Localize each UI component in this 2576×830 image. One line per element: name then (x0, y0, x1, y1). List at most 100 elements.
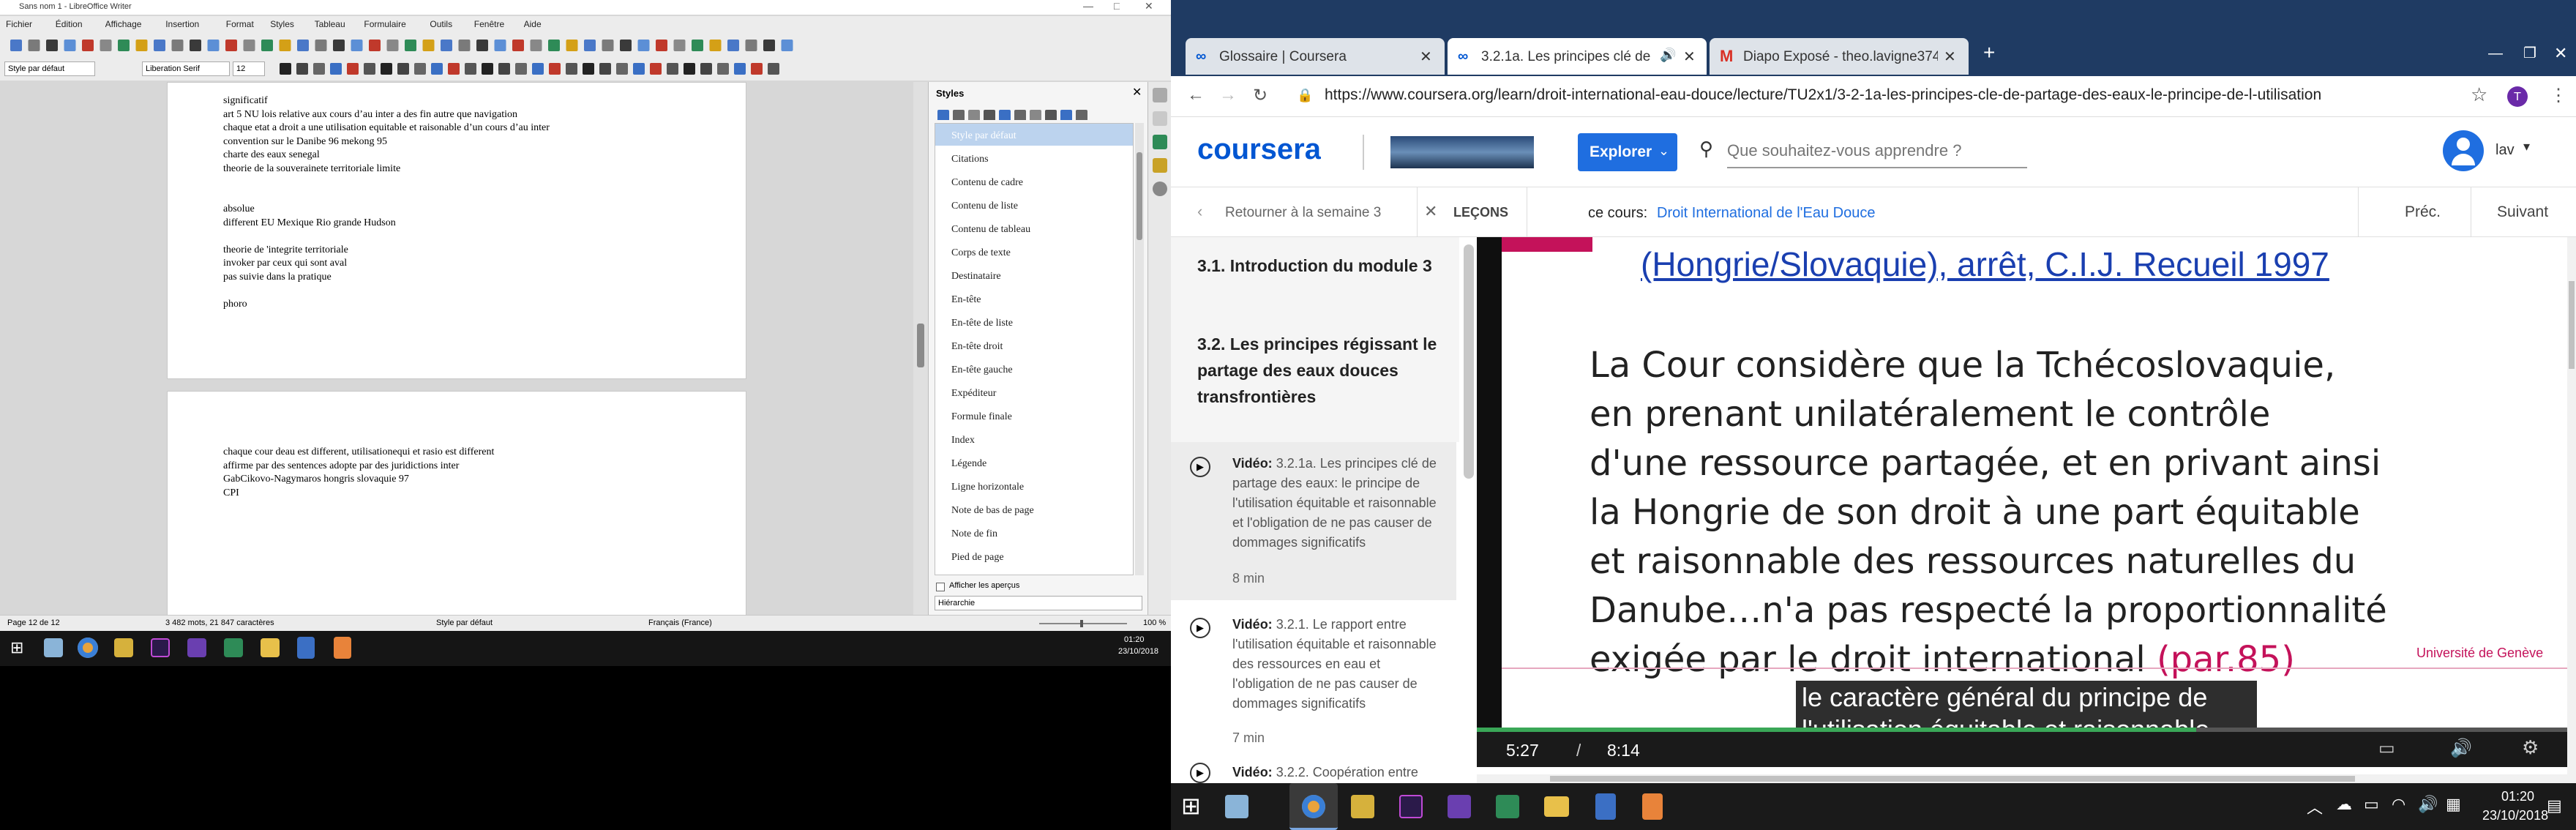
style-item[interactable]: Ligne horizontale (935, 475, 1133, 497)
coursera-logo[interactable]: coursera (1197, 133, 1321, 166)
toolbar-button-icon[interactable] (633, 63, 645, 75)
chevron-up-icon[interactable]: ︿ (2307, 795, 2323, 818)
style-item[interactable]: Corps de texte (935, 241, 1133, 263)
impress-icon[interactable] (1642, 793, 1663, 820)
menu-item[interactable]: Aide (524, 19, 542, 29)
phpstorm-icon[interactable] (151, 638, 170, 657)
explore-button[interactable]: Explorer ⌄ (1578, 133, 1677, 171)
navigator-deck-icon[interactable] (1153, 182, 1167, 196)
toolbar-button-icon[interactable] (650, 63, 662, 75)
toolbar-button-icon[interactable] (602, 40, 614, 51)
scroll-thumb[interactable] (917, 324, 924, 367)
chrome-icon[interactable] (78, 638, 98, 658)
toolbar-button-icon[interactable] (700, 63, 712, 75)
toolbar-button-icon[interactable] (465, 63, 476, 75)
back-icon[interactable]: ← (1187, 85, 1205, 105)
menu-item[interactable]: Édition (56, 19, 83, 29)
style-item[interactable]: Légende (935, 452, 1133, 474)
toolbar-button-icon[interactable] (620, 40, 632, 51)
toolbar-button-icon[interactable] (656, 40, 667, 51)
writer-icon[interactable] (297, 637, 315, 659)
toolbar-icons[interactable] (0, 34, 805, 57)
minimize-icon[interactable]: — (2488, 45, 2503, 62)
lessons-label[interactable]: LEÇONS (1453, 205, 1508, 220)
style-item[interactable]: Note de bas de page (935, 498, 1133, 520)
toolbar-button-icon[interactable] (333, 40, 345, 51)
toolbar-button-icon[interactable] (751, 63, 763, 75)
course-name-link[interactable]: Droit International de l'Eau Douce (1657, 205, 1875, 222)
windows-start-icon[interactable]: ⊞ (10, 638, 23, 657)
captions-icon[interactable]: ▭ (2378, 738, 2395, 759)
page-1[interactable]: significatif art 5 NU lois relative aux c… (167, 82, 746, 379)
toolbar-button-icon[interactable] (515, 63, 527, 75)
restore-icon[interactable]: ❐ (2523, 44, 2536, 62)
progress-track[interactable] (1477, 728, 2567, 732)
minimize-icon[interactable]: — (1083, 0, 1093, 12)
menu-item[interactable]: Fichier (6, 19, 32, 29)
search-input[interactable] (1727, 135, 2027, 168)
document-line[interactable]: phoro (223, 298, 550, 312)
toolbar-button-icon[interactable] (315, 40, 327, 51)
maximize-icon[interactable]: □ (1114, 0, 1120, 12)
toolbar-button-icon[interactable] (364, 63, 375, 75)
gallery-deck-icon[interactable] (1153, 158, 1167, 173)
style-item[interactable]: Pied de page (935, 545, 1133, 567)
file-explorer-icon[interactable] (1544, 796, 1569, 817)
app-icon[interactable] (1225, 795, 1248, 818)
toolbar-button-icon[interactable] (482, 63, 493, 75)
toolbar-button-icon[interactable] (313, 63, 325, 75)
writer-icon[interactable] (1595, 793, 1616, 820)
toolbar-button-icon[interactable] (441, 40, 452, 51)
toolbar-button-icon[interactable] (100, 40, 112, 51)
toolbar-button-icon[interactable] (692, 40, 703, 51)
zoom-slider[interactable] (1039, 620, 1127, 627)
volume-icon[interactable]: 🔊 (2418, 795, 2438, 814)
toolbar-button-icon[interactable] (548, 40, 560, 51)
app-icon[interactable] (114, 638, 133, 657)
toolbar-button-icon[interactable] (1045, 110, 1057, 121)
toolbar-button-icon[interactable] (118, 40, 130, 51)
toolbar-button-icon[interactable] (684, 63, 695, 75)
toolbar-button-icon[interactable] (190, 40, 201, 51)
toolbar-button-icon[interactable] (330, 63, 342, 75)
toolbar-button-icon[interactable] (1030, 110, 1041, 121)
menu-item[interactable]: Insertion (165, 19, 199, 29)
toolbar-button-icon[interactable] (280, 63, 291, 75)
toolbar-button-icon[interactable] (717, 63, 729, 75)
tab-glossaire[interactable]: ∞ Glossaire | Coursera ✕ (1186, 38, 1445, 75)
toolbar-button-icon[interactable] (46, 40, 58, 51)
tab-gmail[interactable]: M Diapo Exposé - theo.lavigne3740 ✕ (1710, 38, 1969, 75)
toolbar-button-icon[interactable] (968, 110, 980, 121)
toolbar-button-icon[interactable] (296, 63, 308, 75)
style-item[interactable]: Note de fin (935, 522, 1133, 544)
toolbar-button-icon[interactable] (154, 40, 165, 51)
toolbar-button-icon[interactable] (937, 110, 949, 121)
toolbar-button-icon[interactable] (781, 40, 793, 51)
lock-icon[interactable]: 🔒 (1297, 88, 1313, 103)
format-icons[interactable] (271, 57, 798, 81)
phpstorm-icon[interactable] (1399, 795, 1423, 818)
toolbar-button-icon[interactable] (261, 40, 273, 51)
battery-icon[interactable]: ▭ (2364, 795, 2379, 814)
document-line[interactable] (223, 230, 550, 244)
toolbar-button-icon[interactable] (381, 63, 392, 75)
font-name-select[interactable]: Liberation Serif (142, 61, 230, 76)
menu-item[interactable]: Outils (430, 19, 452, 29)
tab-close-icon[interactable]: ✕ (1683, 48, 1696, 66)
toolbar-button-icon[interactable] (82, 40, 94, 51)
toolbar-button-icon[interactable] (347, 63, 359, 75)
toolbar-button-icon[interactable] (10, 40, 22, 51)
toolbar-button-icon[interactable] (448, 63, 460, 75)
style-item[interactable]: Index (935, 428, 1133, 450)
toolbar-button-icon[interactable] (386, 40, 399, 51)
lesson-item-active[interactable]: ▶ Vidéo: 3.2.1a. Les principes clé de pa… (1171, 442, 1456, 600)
toolbar-button-icon[interactable] (243, 40, 255, 51)
video-player[interactable]: (Hongrie/Slovaquie), arrêt, C.I.J. Recue… (1477, 237, 2567, 767)
menu-item[interactable]: Tableau (315, 19, 345, 29)
menu-item[interactable]: Affichage (105, 19, 142, 29)
impress-icon[interactable] (334, 637, 351, 659)
document-line[interactable]: pas suivie dans la pratique (223, 271, 550, 285)
app-icon[interactable] (1351, 795, 1374, 818)
back-to-week-link[interactable]: Retourner à la semaine 3 (1225, 205, 1381, 221)
toolbar-button-icon[interactable] (599, 63, 611, 75)
